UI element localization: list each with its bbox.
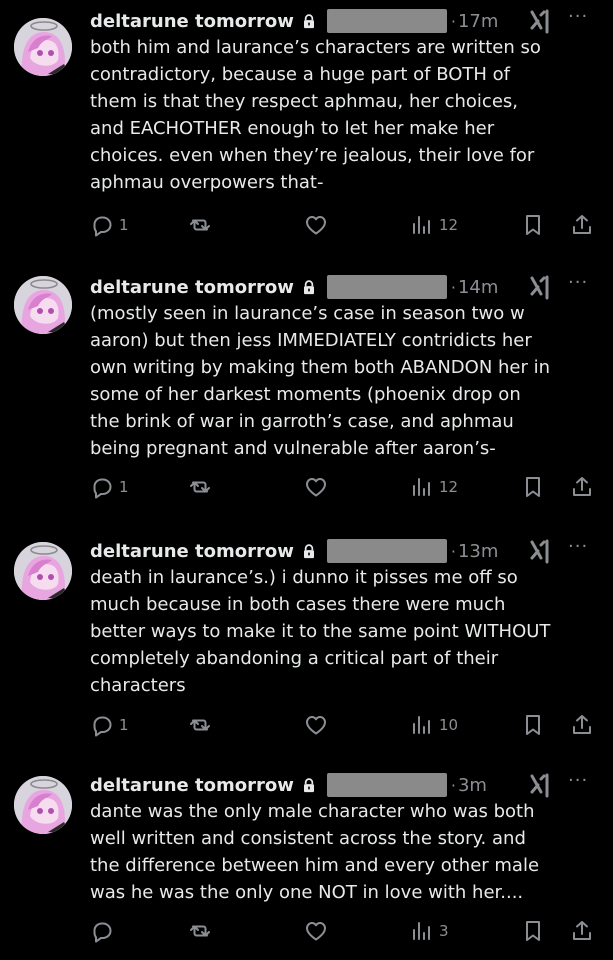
reply-count: 1 <box>119 216 129 234</box>
views-button[interactable]: 12 <box>410 210 458 240</box>
reply-button[interactable] <box>90 916 119 946</box>
lock-icon <box>301 279 317 296</box>
reply-button[interactable]: 1 <box>90 210 129 240</box>
bookmark-icon <box>521 713 545 737</box>
views-button[interactable]: 12 <box>410 472 458 502</box>
views-icon <box>410 475 434 499</box>
lock-icon <box>301 13 317 30</box>
view-count: 3 <box>439 922 449 940</box>
redacted-handle <box>326 773 447 797</box>
repost-button[interactable] <box>188 210 212 240</box>
lock-icon <box>301 777 317 794</box>
share-icon <box>570 919 594 943</box>
repost-icon <box>188 213 212 237</box>
more-options-button[interactable]: ··· <box>568 6 588 27</box>
heart-icon <box>304 475 328 499</box>
share-button[interactable] <box>570 916 594 946</box>
repost-button[interactable] <box>188 472 212 502</box>
heart-icon <box>304 713 328 737</box>
avatar[interactable] <box>14 542 72 600</box>
post-text: death in laurance’s.) i dunno it pisses … <box>90 567 551 696</box>
repost-button[interactable] <box>188 710 212 740</box>
like-button[interactable] <box>304 710 328 740</box>
repost-icon <box>188 475 212 499</box>
bookmark-button[interactable] <box>521 472 545 502</box>
lock-icon <box>301 543 317 560</box>
redacted-handle <box>326 275 447 299</box>
post-text: (mostly seen in laurance’s case in seaso… <box>90 303 551 459</box>
redacted-handle <box>326 9 447 33</box>
share-icon <box>570 713 594 737</box>
action-bar: 1 12 <box>0 210 613 240</box>
avatar[interactable] <box>14 18 72 76</box>
separator-dot: · <box>450 277 456 297</box>
reply-button[interactable]: 1 <box>90 710 129 740</box>
reply-icon <box>90 475 114 499</box>
timestamp[interactable]: 17m <box>458 11 498 32</box>
bookmark-button[interactable] <box>521 916 545 946</box>
more-options-button[interactable]: ··· <box>568 536 588 557</box>
post-header: deltarune tomorrow · 13m <box>90 536 498 566</box>
reply-button[interactable]: 1 <box>90 472 129 502</box>
post-text: dante was the only male character who wa… <box>90 801 540 903</box>
action-bar: 1 12 <box>0 472 613 502</box>
bookmark-icon <box>521 475 545 499</box>
separator-dot: · <box>450 11 456 31</box>
share-button[interactable] <box>570 710 594 740</box>
action-bar: 3 <box>0 916 613 946</box>
bookmark-button[interactable] <box>521 710 545 740</box>
share-icon <box>570 213 594 237</box>
like-button[interactable] <box>304 210 328 240</box>
timestamp[interactable]: 14m <box>458 277 498 298</box>
author-name[interactable]: deltarune tomorrow <box>90 775 294 796</box>
heart-icon <box>304 213 328 237</box>
views-button[interactable]: 10 <box>410 710 458 740</box>
grok-icon[interactable] <box>528 274 552 300</box>
avatar[interactable] <box>14 276 72 334</box>
like-button[interactable] <box>304 472 328 502</box>
heart-icon <box>304 919 328 943</box>
repost-button[interactable] <box>188 916 212 946</box>
share-button[interactable] <box>570 210 594 240</box>
post-header: deltarune tomorrow · 3m <box>90 770 487 800</box>
view-count: 12 <box>439 216 459 234</box>
views-icon <box>410 213 434 237</box>
more-options-button[interactable]: ··· <box>568 770 588 791</box>
reply-icon <box>90 919 114 943</box>
view-count: 10 <box>439 716 459 734</box>
views-icon <box>410 919 434 943</box>
separator-dot: · <box>450 541 456 561</box>
views-button[interactable]: 3 <box>410 916 449 946</box>
grok-icon[interactable] <box>528 8 552 34</box>
timestamp[interactable]: 13m <box>458 541 498 562</box>
action-bar: 1 10 <box>0 710 613 740</box>
author-name[interactable]: deltarune tomorrow <box>90 277 294 298</box>
bookmark-icon <box>521 919 545 943</box>
repost-icon <box>188 713 212 737</box>
view-count: 12 <box>439 478 459 496</box>
grok-icon[interactable] <box>528 538 552 564</box>
post-header: deltarune tomorrow · 17m <box>90 6 498 36</box>
share-icon <box>570 475 594 499</box>
reply-icon <box>90 213 114 237</box>
avatar[interactable] <box>14 776 72 834</box>
reply-icon <box>90 713 114 737</box>
views-icon <box>410 713 434 737</box>
repost-icon <box>188 919 212 943</box>
reply-count: 1 <box>119 478 129 496</box>
post-text: both him and laurance’s characters are w… <box>90 37 541 193</box>
grok-icon[interactable] <box>528 772 552 798</box>
author-name[interactable]: deltarune tomorrow <box>90 541 294 562</box>
share-button[interactable] <box>570 472 594 502</box>
timestamp[interactable]: 3m <box>458 775 487 796</box>
post-header: deltarune tomorrow · 14m <box>90 272 498 302</box>
bookmark-icon <box>521 213 545 237</box>
like-button[interactable] <box>304 916 328 946</box>
separator-dot: · <box>450 775 456 795</box>
redacted-handle <box>326 539 447 563</box>
more-options-button[interactable]: ··· <box>568 272 588 293</box>
author-name[interactable]: deltarune tomorrow <box>90 11 294 32</box>
bookmark-button[interactable] <box>521 210 545 240</box>
reply-count: 1 <box>119 716 129 734</box>
